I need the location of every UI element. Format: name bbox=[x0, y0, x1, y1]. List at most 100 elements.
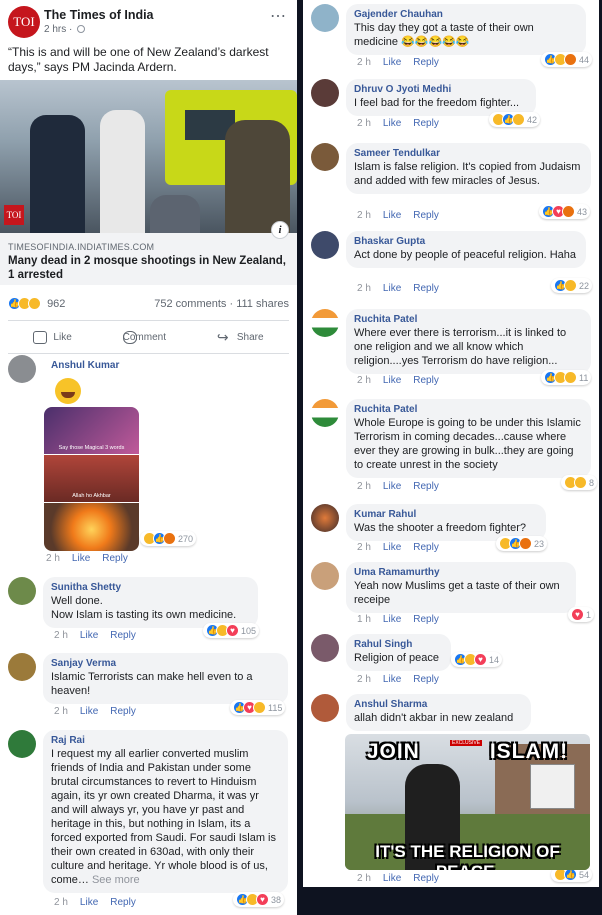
commenter-name[interactable]: Kumar Rahul bbox=[354, 509, 538, 520]
news-photo[interactable]: TOI bbox=[0, 80, 297, 233]
more-options-icon[interactable]: ⋯ bbox=[270, 6, 287, 26]
comment-reply-link[interactable]: Reply bbox=[110, 897, 136, 908]
see-more-link[interactable]: See more bbox=[92, 874, 140, 886]
link-title[interactable]: Many dead in 2 mosque shootings in New Z… bbox=[8, 254, 293, 282]
commenter-name[interactable]: Ruchita Patel bbox=[354, 314, 583, 325]
commenter-avatar[interactable] bbox=[8, 577, 36, 605]
comment-like-link[interactable]: Like bbox=[383, 873, 401, 884]
comment-reactions[interactable]: 👍 22 bbox=[551, 278, 593, 293]
share-button[interactable]: ↪ Share bbox=[217, 330, 264, 344]
comment-reactions[interactable]: 👍 23 bbox=[496, 536, 548, 551]
commenter-name[interactable]: Dhruv O Jyoti Medhi bbox=[354, 84, 528, 95]
commenter-name[interactable]: Raj Rai bbox=[51, 735, 280, 746]
comment-reply-link[interactable]: Reply bbox=[413, 481, 439, 492]
comment-reply-link[interactable]: Reply bbox=[413, 283, 439, 294]
commenter-avatar[interactable] bbox=[311, 143, 339, 171]
comment-reactions[interactable]: 👍 ♥ 14 bbox=[451, 652, 503, 667]
comment-like-link[interactable]: Like bbox=[383, 57, 401, 68]
comment-reactions[interactable]: 👍 270 bbox=[140, 531, 197, 546]
commenter-avatar[interactable] bbox=[8, 653, 36, 681]
shares-count[interactable]: 111 shares bbox=[236, 298, 289, 310]
comment-like-link[interactable]: Like bbox=[80, 706, 98, 717]
comment-time[interactable]: 2 h bbox=[357, 118, 371, 129]
comment-time[interactable]: 2 h bbox=[357, 542, 371, 553]
link-preview[interactable]: i TIMESOFINDIA.INDIATIMES.COM Many dead … bbox=[0, 221, 297, 285]
comment-reactions[interactable]: ♥ 1 bbox=[568, 607, 595, 622]
comment-like-link[interactable]: Like bbox=[383, 118, 401, 129]
comment-reactions[interactable]: 👍 ♥ 38 bbox=[233, 892, 285, 907]
comment-reactions[interactable]: 👍 ♥ 105 bbox=[203, 623, 260, 638]
commenter-name[interactable]: Gajender Chauhan bbox=[354, 9, 578, 20]
info-icon[interactable]: i bbox=[271, 221, 289, 239]
comment-meme-image[interactable]: EXCLUSIVE JOIN ISLAM! IT'S THE RELIGION O… bbox=[345, 734, 590, 870]
comment-like-link[interactable]: Like bbox=[383, 614, 401, 625]
commenter-name[interactable]: Sanjay Verma bbox=[51, 658, 280, 669]
comment-time[interactable]: 2 h bbox=[357, 283, 371, 294]
like-button[interactable]: Like bbox=[33, 330, 72, 344]
comment-time[interactable]: 2 h bbox=[54, 897, 68, 908]
comment-time[interactable]: 1 h bbox=[357, 614, 371, 625]
comment-time[interactable]: 2 h bbox=[46, 553, 60, 564]
commenter-name[interactable]: Uma Ramamurthy bbox=[354, 567, 568, 578]
comment-reactions[interactable]: 👍 ♥ 115 bbox=[230, 700, 286, 715]
comment-like-link[interactable]: Like bbox=[383, 210, 401, 221]
comment-like-link[interactable]: Like bbox=[383, 674, 401, 685]
commenter-name[interactable]: Sunitha Shetty bbox=[51, 582, 250, 593]
comment-reply-link[interactable]: Reply bbox=[413, 674, 439, 685]
comment-reactions[interactable]: 👍 44 bbox=[541, 52, 593, 67]
comment-reply-link[interactable]: Reply bbox=[110, 706, 136, 717]
post-time[interactable]: 2 hrs · bbox=[44, 24, 86, 35]
comment-time[interactable]: 2 h bbox=[357, 375, 371, 386]
reaction-summary[interactable]: 👍 962 752 comments · 111 shares bbox=[8, 297, 289, 313]
commenter-name[interactable]: Anshul Sharma bbox=[354, 699, 523, 710]
comment-reply-link[interactable]: Reply bbox=[413, 614, 439, 625]
commenter-name[interactable]: Ruchita Patel bbox=[354, 404, 583, 415]
comment-like-link[interactable]: Like bbox=[80, 630, 98, 641]
comment-reply-link[interactable]: Reply bbox=[413, 873, 439, 884]
comment-meme-image[interactable]: Say those Magical 3 words Allah ho Akhba… bbox=[44, 407, 139, 551]
comment-reactions[interactable]: 👍 42 bbox=[489, 112, 541, 127]
comment-time[interactable]: 2 h bbox=[357, 674, 371, 685]
commenter-avatar[interactable] bbox=[311, 309, 339, 337]
comment-time[interactable]: 2 h bbox=[357, 210, 371, 221]
comment-like-link[interactable]: Like bbox=[383, 375, 401, 386]
comment-time[interactable]: 2 h bbox=[54, 630, 68, 641]
page-avatar[interactable]: TOI bbox=[8, 6, 40, 38]
commenter-avatar[interactable] bbox=[311, 79, 339, 107]
comment-reply-link[interactable]: Reply bbox=[413, 542, 439, 553]
commenter-avatar[interactable] bbox=[311, 4, 339, 32]
comment-time[interactable]: 2 h bbox=[357, 57, 371, 68]
comment-reply-link[interactable]: Reply bbox=[413, 375, 439, 386]
comment-reply-link[interactable]: Reply bbox=[102, 553, 128, 564]
comment-time[interactable]: 2 h bbox=[357, 873, 371, 884]
comment-reactions[interactable]: 8 bbox=[561, 475, 598, 490]
comment-reply-link[interactable]: Reply bbox=[413, 210, 439, 221]
commenter-avatar[interactable] bbox=[8, 355, 36, 383]
commenter-name[interactable]: Bhaskar Gupta bbox=[354, 236, 578, 247]
comment-time[interactable]: 2 h bbox=[357, 481, 371, 492]
commenter-avatar[interactable] bbox=[8, 730, 36, 758]
commenter-avatar[interactable] bbox=[311, 694, 339, 722]
commenter-name[interactable]: Sameer Tendulkar bbox=[354, 148, 583, 159]
comment-like-link[interactable]: Like bbox=[383, 542, 401, 553]
commenter-avatar[interactable] bbox=[311, 634, 339, 662]
commenter-avatar[interactable] bbox=[311, 504, 339, 532]
comment-reply-link[interactable]: Reply bbox=[110, 630, 136, 641]
comment-like-link[interactable]: Like bbox=[72, 553, 90, 564]
comment-like-link[interactable]: Like bbox=[383, 481, 401, 492]
comment-reply-link[interactable]: Reply bbox=[413, 118, 439, 129]
comment-button[interactable]: Comment bbox=[122, 330, 166, 344]
commenter-avatar[interactable] bbox=[311, 562, 339, 590]
comments-count[interactable]: 752 comments bbox=[154, 298, 226, 310]
comment-like-link[interactable]: Like bbox=[80, 897, 98, 908]
commenter-avatar[interactable] bbox=[311, 231, 339, 259]
comment-reactions[interactable]: 👍 11 bbox=[541, 370, 592, 385]
commenter-name[interactable]: Rahul Singh bbox=[354, 639, 443, 650]
page-name-link[interactable]: The Times of India bbox=[44, 8, 154, 22]
comment-like-link[interactable]: Like bbox=[383, 283, 401, 294]
comment-reactions[interactable]: 👍 ♥ 43 bbox=[539, 204, 591, 219]
commenter-name[interactable]: Anshul Kumar bbox=[51, 360, 119, 371]
commenter-avatar[interactable] bbox=[311, 399, 339, 427]
comment-time[interactable]: 2 h bbox=[54, 706, 68, 717]
comment-reply-link[interactable]: Reply bbox=[413, 57, 439, 68]
